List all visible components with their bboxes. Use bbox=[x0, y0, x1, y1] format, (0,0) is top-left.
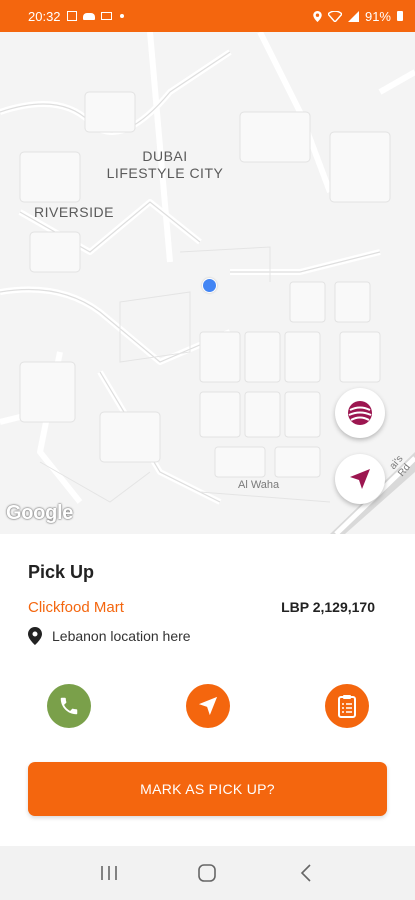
cloud-icon bbox=[82, 12, 95, 20]
recent-apps-button[interactable] bbox=[89, 858, 129, 888]
status-bar: 20:32 91% bbox=[0, 0, 415, 32]
address-text: Lebanon location here bbox=[52, 628, 191, 644]
home-icon bbox=[198, 864, 217, 882]
map-label-line1: DUBAI bbox=[142, 148, 188, 164]
mail-icon bbox=[100, 12, 112, 20]
home-button[interactable] bbox=[187, 858, 227, 888]
navigation-icon bbox=[198, 696, 218, 716]
mark-as-pickup-button[interactable]: MARK AS PICK UP? bbox=[28, 762, 387, 816]
signal-icon bbox=[347, 10, 359, 22]
globe-icon bbox=[348, 401, 372, 425]
battery-icon bbox=[397, 11, 403, 21]
map-label-riverside: RIVERSIDE bbox=[34, 204, 114, 220]
order-details-button[interactable] bbox=[325, 684, 369, 728]
navigate-button[interactable] bbox=[186, 684, 230, 728]
current-location-dot bbox=[202, 278, 217, 293]
order-amount: LBP 2,129,170 bbox=[281, 599, 375, 615]
google-logo: Google bbox=[6, 502, 74, 524]
pickup-title: Pick Up bbox=[28, 562, 95, 582]
navigation-arrow-icon bbox=[350, 469, 370, 489]
system-navigation-bar bbox=[0, 846, 415, 900]
image-icon bbox=[66, 11, 77, 21]
dot-icon bbox=[119, 14, 124, 18]
map-label-line2: LIFESTYLE CITY bbox=[106, 165, 224, 181]
wifi-icon bbox=[327, 10, 342, 22]
location-icon bbox=[313, 10, 322, 22]
battery-percentage: 91% bbox=[364, 8, 391, 24]
map-mode-button[interactable] bbox=[335, 388, 385, 438]
store-name[interactable]: Clickfood Mart bbox=[28, 599, 124, 616]
phone-icon bbox=[60, 697, 78, 715]
status-time: 20:32 bbox=[28, 8, 61, 24]
recent-apps-icon bbox=[101, 866, 117, 880]
pickup-address: Lebanon location here bbox=[28, 627, 191, 645]
clipboard-icon bbox=[338, 695, 356, 718]
back-button[interactable] bbox=[286, 858, 326, 888]
back-icon bbox=[300, 864, 311, 882]
map-view[interactable]: DUBAI LIFESTYLE CITY RIVERSIDE Al Waha a… bbox=[0, 32, 415, 534]
road-label-al-waha: Al Waha bbox=[238, 479, 280, 491]
pickup-sheet: Pick Up Clickfood Mart LBP 2,129,170 Leb… bbox=[0, 534, 415, 846]
location-pin-icon bbox=[28, 627, 42, 645]
call-button[interactable] bbox=[47, 684, 91, 728]
recenter-button[interactable] bbox=[335, 454, 385, 504]
map-label-dubai-lifestyle-city: DUBAI LIFESTYLE CITY bbox=[104, 148, 226, 182]
